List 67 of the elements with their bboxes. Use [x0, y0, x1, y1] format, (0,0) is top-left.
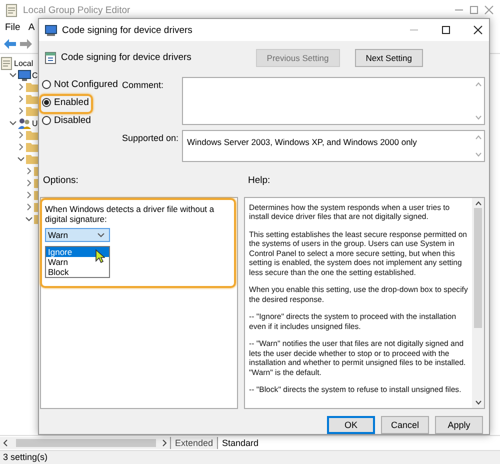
folder-icon [26, 130, 38, 140]
chevron-down-icon[interactable] [17, 156, 25, 162]
tree-item[interactable]: U [32, 118, 38, 128]
computer-icon [18, 70, 31, 80]
horizontal-scrollbar[interactable] [0, 437, 170, 449]
chevron-right-icon[interactable] [26, 203, 32, 211]
radio-label[interactable]: Not Configured [54, 79, 118, 90]
policy-setting-icon [45, 52, 56, 64]
tree-item[interactable]: Local [14, 58, 34, 68]
dropdown-option[interactable]: Warn [46, 256, 109, 267]
radio-label[interactable]: Disabled [54, 115, 91, 126]
chevron-right-icon[interactable] [18, 83, 24, 91]
chevron-right-icon[interactable] [18, 131, 24, 139]
radio-label[interactable]: Enabled [54, 97, 89, 108]
dialog-button[interactable]: OK [327, 416, 375, 434]
supported-label: Supported on: [122, 132, 180, 145]
folder-icon [26, 106, 38, 116]
menu-item[interactable]: A [28, 22, 35, 33]
forward-arrow-icon[interactable] [20, 39, 32, 49]
chevron-right-icon[interactable] [26, 167, 32, 175]
scroll-up-icon[interactable] [474, 200, 482, 206]
highlight-frame [39, 94, 93, 114]
dialog-button[interactable]: Cancel [381, 416, 429, 434]
dropdown-option[interactable]: Block [46, 266, 109, 277]
comment-label: Comment: [122, 78, 165, 92]
chevron-right-icon[interactable] [18, 95, 24, 103]
radio-button[interactable] [42, 98, 51, 108]
folder-icon [26, 94, 38, 104]
chevron-right-icon[interactable] [26, 179, 32, 187]
chevron-right-icon[interactable] [18, 143, 24, 151]
help-label: Help: [248, 174, 270, 188]
scroll-down-icon[interactable] [474, 400, 482, 405]
close-icon[interactable] [473, 25, 483, 35]
view-tab[interactable]: Extended [170, 437, 218, 449]
back-arrow-icon[interactable] [4, 39, 16, 49]
chevron-right-icon[interactable] [26, 191, 32, 199]
mouse-cursor-icon [95, 248, 105, 263]
setting-heading: Code signing for device drivers [61, 52, 192, 64]
folder-icon [26, 154, 38, 164]
radio-button[interactable] [42, 80, 51, 90]
dialog-button[interactable]: Apply [435, 416, 483, 434]
chevron-right-icon[interactable] [18, 107, 24, 115]
folder-icon [26, 82, 38, 92]
vertical-scrollbar[interactable] [472, 198, 484, 408]
chevron-down-icon[interactable] [9, 72, 17, 78]
users-icon [18, 118, 31, 128]
maximize-icon[interactable] [441, 25, 451, 35]
menu-item[interactable]: File [5, 22, 20, 33]
window-title: Local Group Policy Editor [23, 4, 130, 16]
scroll-right-icon[interactable] [162, 439, 167, 447]
supported-text: Windows Server 2003, Windows XP, and Windows 2000 only [187, 136, 417, 147]
policy-icon [6, 4, 18, 16]
chevron-down-icon[interactable] [9, 120, 17, 126]
policy-window-icon [45, 24, 57, 36]
dropdown[interactable]: Warn [45, 228, 110, 242]
status-text: 3 setting(s) [3, 452, 48, 462]
dialog-title: Code signing for device drivers [62, 24, 192, 36]
chevron-down-icon[interactable] [25, 216, 33, 222]
tree-item[interactable]: C [32, 70, 38, 80]
policy-icon [1, 56, 13, 70]
caret-icon[interactable] [97, 232, 105, 238]
radio-button[interactable] [42, 116, 51, 126]
nav-button[interactable]: Next Setting [354, 48, 423, 67]
option-prompt: When Windows detects a driver file without a digital signature: [45, 204, 216, 224]
options-label: Options: [43, 174, 80, 188]
scroll-left-icon[interactable] [3, 439, 8, 447]
folder-icon [26, 142, 38, 152]
